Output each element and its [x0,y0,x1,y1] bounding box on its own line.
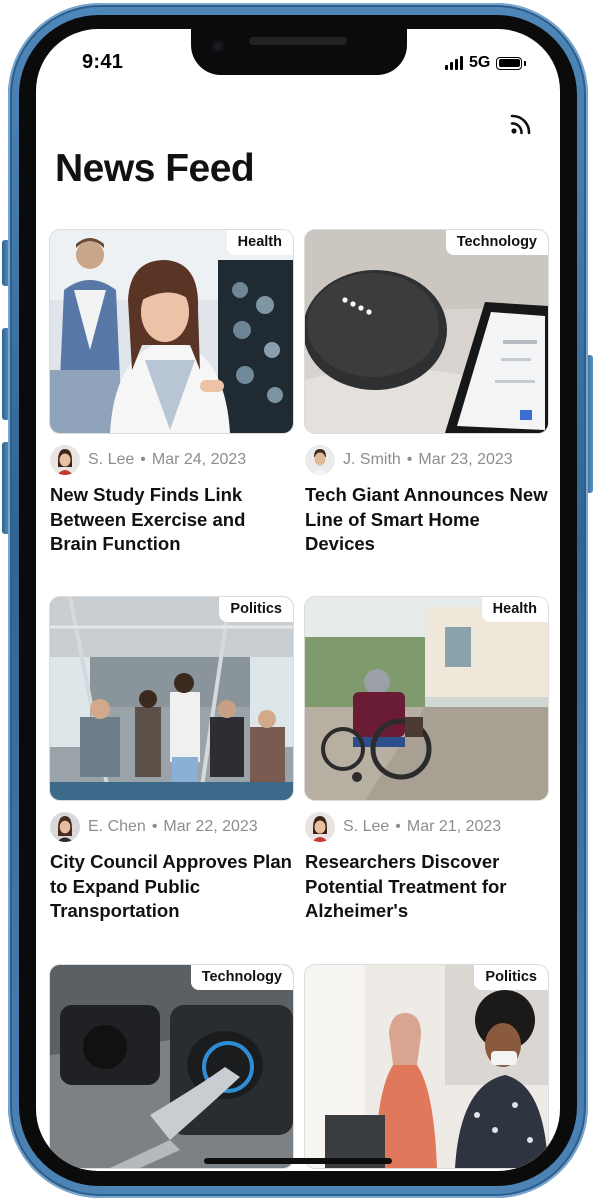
article-headline[interactable]: Researchers Discover Potential Treatment… [305,850,548,924]
article-meta: S. Lee • Mar 21, 2023 [305,812,548,842]
category-badge: Technology [190,965,293,990]
author-name: S. Lee [88,451,135,468]
category-badge: Health [226,230,293,255]
article-card[interactable]: Health S. Lee • Mar 21, 2023 Researchers D… [305,597,548,924]
article-card[interactable]: Health S. Lee • Mar 24, 2023 New Study Fin… [50,230,293,557]
notch [191,29,407,75]
publish-date: Mar 21, 2023 [406,818,502,835]
article-headline[interactable]: Tech Giant Announces New Line of Smart H… [305,483,548,557]
status-time: 9:41 [82,51,124,73]
author-name: J. Smith [343,451,401,468]
category-badge: Politics [219,597,293,622]
article-headline[interactable]: New Study Finds Link Between Exercise an… [50,483,293,557]
author-name: E. Chen [88,818,146,835]
article-meta: E. Chen • Mar 22, 2023 [50,812,293,842]
rss-feed-icon[interactable] [507,108,537,138]
article-card[interactable]: Technology [50,965,293,1168]
article-headline[interactable]: City Council Approves Plan to Expand Pub… [50,850,293,924]
article-meta: J. Smith • Mar 23, 2023 [305,445,548,475]
front-camera [211,39,225,53]
earpiece-speaker [249,37,347,45]
article-card[interactable]: Technology J. Smith • Mar 23, 2023 Tech Gi… [305,230,548,557]
status-icons: 5G [445,54,527,72]
avatar [50,445,80,475]
byline: E. Chen • Mar 22, 2023 [88,818,258,835]
category-badge: Politics [474,965,548,990]
byline: S. Lee • Mar 24, 2023 [88,451,247,468]
article-card[interactable]: Politics E. Chen • Mar 22, 2023 City Counc… [50,597,293,924]
category-badge: Technology [445,230,548,255]
battery-icon [496,56,527,70]
byline: J. Smith • Mar 23, 2023 [343,451,513,468]
publish-date: Mar 23, 2023 [418,451,513,468]
byline: S. Lee • Mar 21, 2023 [343,818,502,835]
avatar [50,812,80,842]
home-indicator[interactable] [204,1158,392,1164]
publish-date: Mar 24, 2023 [151,451,247,468]
article-image: Health [305,597,548,800]
cellular-signal-icon [445,56,463,70]
article-card[interactable]: Politics [305,965,548,1168]
article-image: Technology [50,965,293,1168]
article-image: Politics [50,597,293,800]
article-image: Health [50,230,293,433]
article-meta: S. Lee • Mar 24, 2023 [50,445,293,475]
article-image: Technology [305,230,548,433]
avatar [305,812,335,842]
article-image: Politics [305,965,548,1168]
page-title: News Feed [55,147,255,190]
category-badge: Health [481,597,548,622]
network-type: 5G [469,54,491,71]
publish-date: Mar 22, 2023 [163,818,258,835]
author-name: S. Lee [343,818,390,835]
avatar [305,445,335,475]
phone-screen: 9:41 5G News Feed Health S. Lee • Mar 24… [36,29,560,1171]
